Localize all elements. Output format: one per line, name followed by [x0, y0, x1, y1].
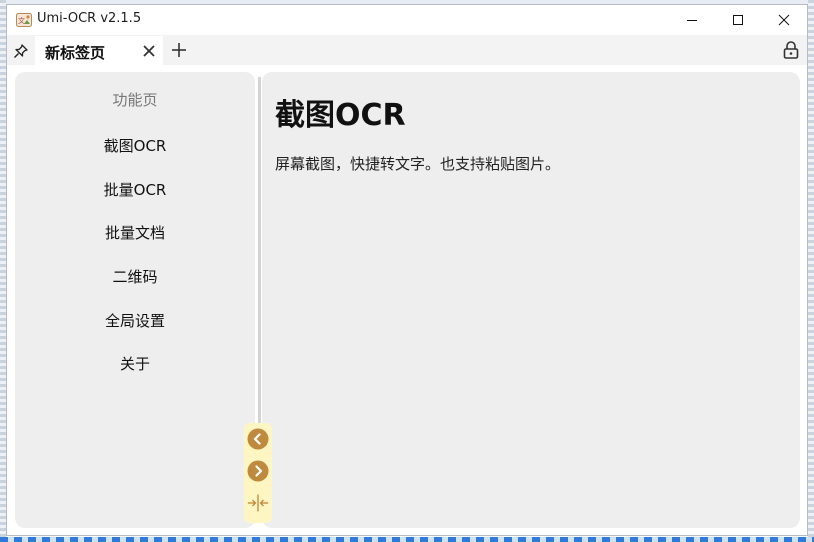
- page-title: 截图OCR: [275, 98, 406, 133]
- lock-icon: [783, 41, 799, 59]
- collapse-left-button[interactable]: [247, 428, 269, 450]
- tab-bar: 新标签页: [7, 35, 807, 65]
- main-panel: 截图OCR 屏幕截图，快捷转文字。也支持粘贴图片。: [262, 72, 800, 528]
- app-window: 文 Umi-OCR v2.1.5 新标签页 功能页 截图OCR 批量OCR 批量…: [6, 4, 808, 536]
- tab-new-tab[interactable]: 新标签页: [35, 36, 163, 65]
- sidebar-item-screenshot-ocr[interactable]: 截图OCR: [15, 129, 255, 163]
- page-description: 屏幕截图，快捷转文字。也支持粘贴图片。: [275, 155, 561, 173]
- content-area: 功能页 截图OCR 批量OCR 批量文档 二维码 全局设置 关于 截图OCR 屏…: [7, 65, 807, 535]
- sidebar-item-about[interactable]: 关于: [15, 347, 255, 381]
- nav-section-header: 功能页: [112, 91, 158, 109]
- svg-text:文: 文: [18, 16, 25, 25]
- window-title: Umi-OCR v2.1.5: [37, 11, 142, 26]
- maximize-icon: [733, 15, 743, 25]
- close-tab-button[interactable]: [141, 43, 157, 59]
- sidebar-item-batch-document[interactable]: 批量文档: [15, 216, 255, 250]
- add-tab-button[interactable]: [169, 40, 189, 60]
- sidebar-item-qrcode[interactable]: 二维码: [15, 260, 255, 294]
- desktop-edge-right: [808, 0, 814, 542]
- title-bar[interactable]: 文 Umi-OCR v2.1.5: [7, 5, 807, 35]
- sidebar-item-batch-ocr[interactable]: 批量OCR: [15, 173, 255, 207]
- close-icon: [143, 45, 155, 57]
- sidebar-nav: 功能页 截图OCR 批量OCR 批量文档 二维码 全局设置 关于: [15, 72, 255, 528]
- reset-split-button[interactable]: [247, 492, 269, 514]
- tab-label: 新标签页: [45, 44, 106, 62]
- expand-right-button[interactable]: [247, 460, 269, 482]
- maximize-button[interactable]: [715, 5, 761, 35]
- plus-icon: [172, 43, 186, 57]
- sidebar-collapse-controls: [244, 423, 272, 523]
- pin-window-button[interactable]: [11, 41, 31, 61]
- minimize-icon: [687, 20, 697, 21]
- pin-icon: [14, 44, 28, 58]
- chevron-right-icon: [247, 460, 269, 482]
- close-window-button[interactable]: [761, 5, 807, 35]
- desktop-edge-bottom: [0, 537, 814, 542]
- sidebar-item-global-settings[interactable]: 全局设置: [15, 304, 255, 338]
- close-icon: [778, 14, 790, 26]
- lock-tabs-button[interactable]: [781, 40, 801, 60]
- chevron-left-icon: [247, 428, 269, 450]
- collapse-arrows-icon: [247, 494, 269, 512]
- minimize-button[interactable]: [669, 5, 715, 35]
- umi-ocr-app-icon: 文: [16, 13, 32, 27]
